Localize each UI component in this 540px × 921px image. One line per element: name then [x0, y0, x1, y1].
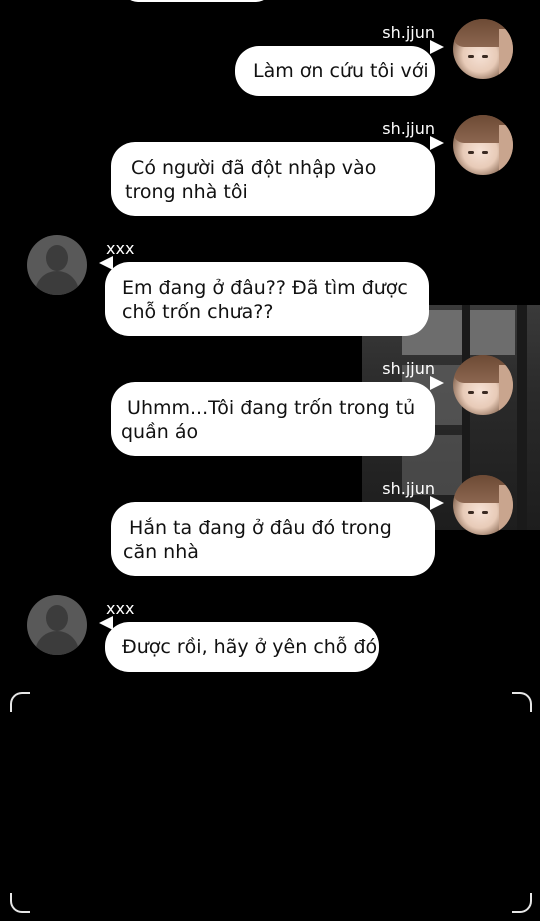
message-bubble[interactable]: Làm ơn cứu tôi với: [235, 46, 435, 96]
bubble-tail: [430, 136, 444, 150]
default-person-avatar[interactable]: [27, 595, 87, 655]
previous-message-bubble-edge: [122, 0, 272, 2]
corner-bracket-bottom-left: [10, 893, 30, 913]
corner-bracket-bottom-right: [512, 893, 532, 913]
corner-bracket-top-right: [512, 692, 532, 712]
message-bubble[interactable]: Uhmm...Tôi đang trốn trong tủ quần áo: [111, 382, 435, 456]
bubble-tail: [430, 376, 444, 390]
user-photo-avatar[interactable]: [453, 355, 513, 415]
message-bubble[interactable]: Em đang ở đâu?? Đã tìm được chỗ trốn chư…: [105, 262, 429, 336]
bubble-tail: [430, 496, 444, 510]
user-photo-avatar[interactable]: [453, 19, 513, 79]
default-person-avatar[interactable]: [27, 235, 87, 295]
message-bubble[interactable]: Có người đã đột nhập vào trong nhà tôi: [111, 142, 435, 216]
sender-name: sh.jjun: [382, 119, 435, 138]
chat-screen: sh.jjun Làm ơn cứu tôi với sh.jjun Có ng…: [0, 0, 540, 921]
bubble-tail: [99, 616, 113, 630]
message-bubble[interactable]: Hắn ta đang ở đâu đó trong căn nhà: [111, 502, 435, 576]
message-bubble[interactable]: Được rồi, hãy ở yên chỗ đó: [105, 622, 379, 672]
sender-name: sh.jjun: [382, 23, 435, 42]
user-photo-avatar[interactable]: [453, 115, 513, 175]
sender-name: sh.jjun: [382, 479, 435, 498]
bubble-tail: [99, 256, 113, 270]
bubble-tail: [430, 40, 444, 54]
sender-name: sh.jjun: [382, 359, 435, 378]
user-photo-avatar[interactable]: [453, 475, 513, 535]
corner-bracket-top-left: [10, 692, 30, 712]
